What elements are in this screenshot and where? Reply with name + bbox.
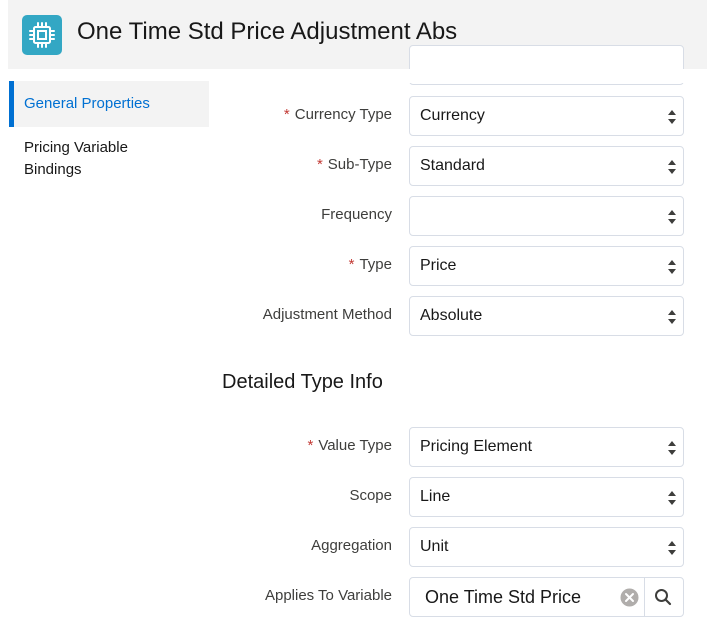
frequency-select[interactable] xyxy=(409,196,684,236)
required-marker: * xyxy=(348,256,355,273)
page-title: One Time Std Price Adjustment Abs xyxy=(77,18,458,45)
required-marker: * xyxy=(316,156,323,173)
scroll-mask xyxy=(380,69,707,83)
value-type-value: Pricing Element xyxy=(420,438,533,455)
applies-to-variable-label: Applies To Variable xyxy=(264,587,392,604)
required-marker: * xyxy=(283,106,290,123)
sub-type-label: * Sub-Type xyxy=(316,156,392,173)
select-arrows-icon xyxy=(668,260,676,274)
lookup-value: One Time Std Price xyxy=(425,587,582,607)
aggregation-value: Unit xyxy=(420,538,449,555)
select-arrows-icon xyxy=(668,541,676,555)
currency-type-select[interactable]: Currency xyxy=(409,96,684,136)
select-arrows-icon xyxy=(668,310,676,324)
scope-select[interactable]: Line xyxy=(409,477,684,517)
type-select[interactable]: Price xyxy=(409,246,684,286)
clear-icon[interactable] xyxy=(620,588,639,607)
currency-type-value: Currency xyxy=(420,107,485,124)
frequency-label: Frequency xyxy=(321,206,392,223)
section-title: Detailed Type Info xyxy=(222,371,383,393)
sub-type-value: Standard xyxy=(420,157,485,174)
sidebar-item-label-line-2: Bindings xyxy=(24,161,82,178)
aggregation-label: Aggregation xyxy=(311,537,392,554)
currency-type-label: * Currency Type xyxy=(283,106,392,123)
scope-label: Scope xyxy=(349,487,392,504)
sidebar-item-label: General Properties xyxy=(24,95,150,112)
adjustment-method-select[interactable]: Absolute xyxy=(409,296,684,336)
select-arrows-icon xyxy=(668,160,676,174)
value-type-select[interactable]: Pricing Element xyxy=(409,427,684,467)
sub-type-select[interactable]: Standard xyxy=(409,146,684,186)
sidebar-item-general-properties[interactable]: General Properties xyxy=(9,81,209,127)
sidebar-item-pricing-variable-bindings[interactable]: Pricing Variable Bindings xyxy=(9,137,209,181)
type-value: Price xyxy=(420,257,457,274)
sidebar-item-label-line-1: Pricing Variable xyxy=(24,139,128,156)
select-arrows-icon xyxy=(668,441,676,455)
processor-chip-icon xyxy=(22,15,62,55)
value-type-label: * Value Type xyxy=(307,437,392,454)
adjustment-method-label: Adjustment Method xyxy=(262,306,392,323)
type-label: * Type xyxy=(348,256,392,273)
select-arrows-icon xyxy=(668,110,676,124)
applies-to-variable-lookup[interactable]: One Time Std Price xyxy=(409,577,684,617)
lookup-divider xyxy=(644,578,645,616)
required-marker: * xyxy=(307,437,314,454)
aggregation-select[interactable]: Unit xyxy=(409,527,684,567)
search-icon[interactable] xyxy=(654,588,672,606)
select-arrows-icon xyxy=(668,491,676,505)
scope-value: Line xyxy=(420,488,451,505)
adjustment-method-value: Absolute xyxy=(420,307,483,324)
select-arrows-icon xyxy=(668,210,676,224)
